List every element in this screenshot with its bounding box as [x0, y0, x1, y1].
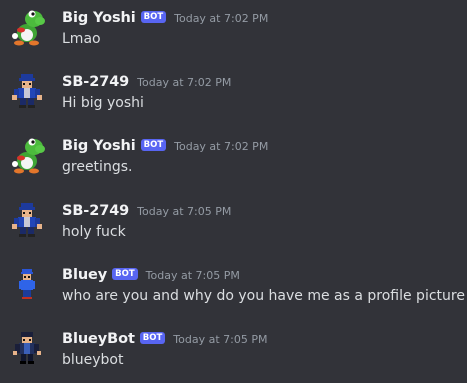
message-content: greetings. — [62, 159, 133, 175]
pixel-character-avatar-icon[interactable] — [7, 70, 47, 110]
message-content: Lmao — [62, 31, 101, 47]
bot-badge: BOT — [139, 332, 166, 344]
bot-badge: BOT — [140, 139, 167, 151]
message-content: who are you and why do you have me as a … — [62, 288, 465, 304]
username[interactable]: Big Yoshi — [62, 10, 136, 26]
username[interactable]: Big Yoshi — [62, 138, 136, 154]
bot-badge: BOT — [140, 11, 167, 23]
message-timestamp: Today at 7:02 PM — [174, 139, 269, 153]
blue-pixel-character-avatar-icon[interactable] — [7, 263, 47, 303]
message-content: holy fuck — [62, 224, 126, 240]
chat-message: Big Yoshi BOT Today at 7:02 PM Lmao — [0, 0, 467, 62]
message-timestamp: Today at 7:02 PM — [137, 75, 232, 89]
username[interactable]: SB-2749 — [62, 203, 129, 219]
chat-message: SB-2749 Today at 7:05 PM holy fuck — [0, 193, 467, 255]
chat-message: Bluey BOT Today at 7:05 PM who are you a… — [0, 257, 467, 319]
bot-badge: BOT — [112, 268, 138, 280]
message-timestamp: Today at 7:05 PM — [145, 268, 240, 282]
dark-pixel-character-avatar-icon[interactable] — [7, 327, 47, 367]
message-content: blueybot — [62, 352, 124, 368]
chat-message: Big Yoshi BOT Today at 7:02 PM greetings… — [0, 128, 467, 190]
message-timestamp: Today at 7:02 PM — [174, 11, 269, 25]
chat-message-list: Big Yoshi BOT Today at 7:02 PM Lmao SB-2… — [0, 0, 467, 383]
yoshi-avatar-icon[interactable] — [7, 6, 47, 46]
username[interactable]: BlueyBot — [62, 331, 135, 347]
chat-message: SB-2749 Today at 7:02 PM Hi big yoshi — [0, 64, 467, 126]
username[interactable]: SB-2749 — [62, 74, 129, 90]
message-timestamp: Today at 7:05 PM — [173, 332, 268, 346]
chat-message: BlueyBot BOT Today at 7:05 PM blueybot — [0, 321, 467, 383]
yoshi-avatar-icon[interactable] — [7, 134, 47, 174]
username[interactable]: Bluey — [62, 267, 107, 283]
pixel-character-avatar-icon[interactable] — [7, 199, 47, 239]
message-content: Hi big yoshi — [62, 95, 144, 111]
message-timestamp: Today at 7:05 PM — [137, 204, 232, 218]
